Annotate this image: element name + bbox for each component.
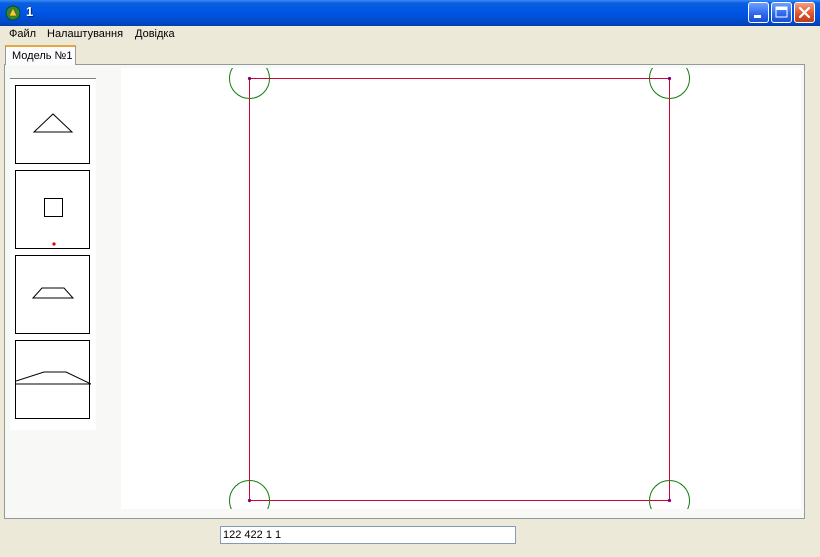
triangle-shape-icon — [32, 113, 74, 133]
tool-triangle-button[interactable] — [15, 85, 90, 164]
menu-file[interactable]: Файл — [9, 28, 36, 40]
tool-profile-button[interactable] — [15, 340, 91, 419]
menu-bar: Файл Налаштування Довідка — [0, 26, 820, 44]
profile-shape-icon — [16, 371, 91, 385]
app-icon — [5, 5, 21, 21]
tool-trapezoid-button[interactable] — [15, 255, 90, 334]
menu-help[interactable]: Довідка — [135, 28, 175, 40]
trapezoid-shape-icon — [31, 287, 75, 299]
minimize-icon — [754, 15, 761, 18]
shape-toolbox — [10, 78, 96, 430]
square-shape-icon — [44, 198, 63, 246]
window-title: 1 — [26, 4, 34, 19]
tool-square-button[interactable] — [15, 170, 90, 249]
close-button[interactable] — [794, 2, 815, 23]
drawing-canvas[interactable] — [121, 68, 801, 509]
corner-point-bottom-left — [247, 498, 252, 503]
corner-point-top-left — [247, 76, 252, 81]
corner-point-bottom-right — [667, 498, 672, 503]
tab-model-1[interactable]: Модель №1 — [5, 45, 76, 65]
status-field[interactable] — [220, 526, 516, 544]
model-drawing — [229, 68, 690, 509]
menu-settings[interactable]: Налаштування — [47, 28, 123, 40]
maximize-button[interactable] — [771, 2, 792, 23]
maximize-icon — [775, 6, 788, 18]
close-icon — [798, 6, 811, 19]
minimize-button[interactable] — [748, 2, 769, 23]
model-rectangle — [249, 78, 670, 501]
title-bar[interactable]: 1 — [0, 0, 820, 26]
corner-point-top-right — [667, 76, 672, 81]
